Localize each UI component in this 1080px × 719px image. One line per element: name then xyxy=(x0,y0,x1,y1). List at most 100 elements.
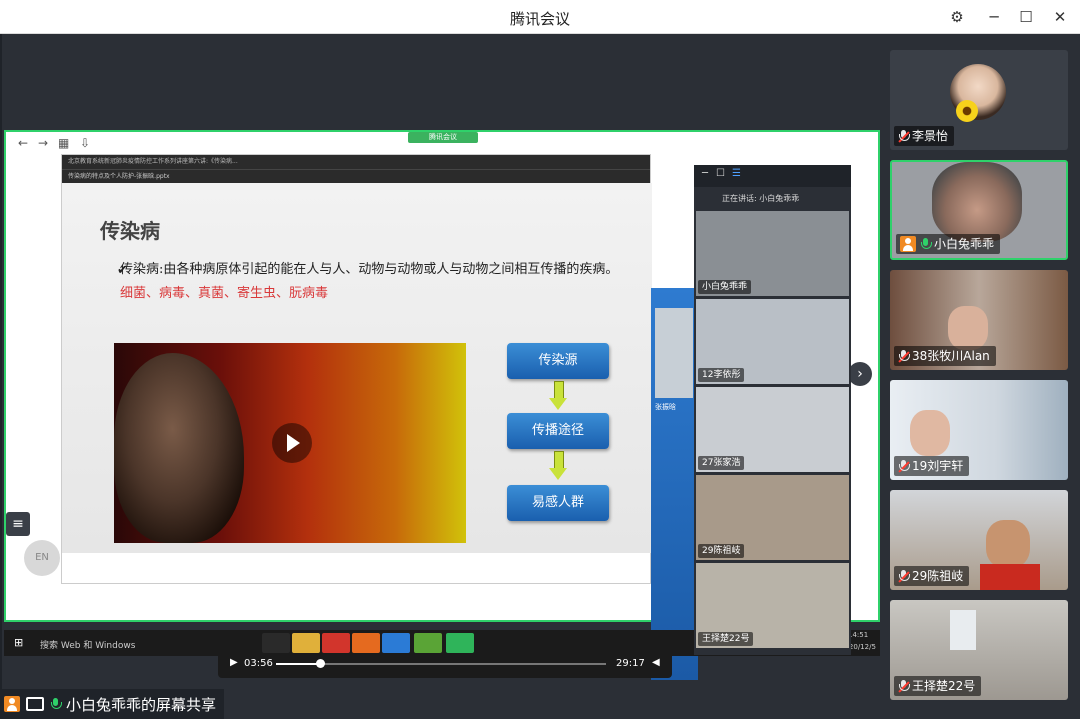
participant-list: 李景怡 小白兔乖乖 38张牧川Alan 19刘宇轩 29陈祖岐 王择楚22号 xyxy=(880,34,1080,719)
participant-label: 38张牧川Alan xyxy=(894,346,996,366)
chevron-right-icon[interactable]: › xyxy=(848,362,872,386)
participant-name: 小白兔乖乖 xyxy=(934,237,995,251)
presenter-name: 张振晗 xyxy=(655,403,676,411)
video-feed xyxy=(932,162,1022,242)
participant-tile[interactable]: 王择楚22号 xyxy=(890,600,1068,700)
progress-knob[interactable] xyxy=(316,659,326,668)
current-time: 03:56 xyxy=(244,658,273,669)
sharer-label: 小白兔乖乖的屏幕共享 xyxy=(66,695,217,714)
ppt-side-panel: 张振晗 xyxy=(651,288,698,680)
minimize-button[interactable]: ─ xyxy=(983,6,1005,28)
play-icon[interactable] xyxy=(272,423,312,463)
minimize-icon[interactable]: ─ xyxy=(702,168,708,179)
screen-share-icon xyxy=(26,697,44,711)
wechat-icon[interactable] xyxy=(414,633,442,653)
overlay-tile[interactable]: 29陈祖岐 xyxy=(696,475,849,560)
ppt-caption: 北京教育系统新冠肺炎疫情防控工作系列讲座第六讲:《传染病... xyxy=(62,155,650,169)
play-icon[interactable]: ▶ xyxy=(230,657,238,668)
flow-box-source: 传染源 xyxy=(507,343,609,379)
duration: 29:17 xyxy=(616,658,645,669)
app-icon[interactable] xyxy=(382,633,410,653)
host-icon xyxy=(900,236,916,252)
overlay-participant-panel: ─ ☐ ☰ 正在讲话: 小白兔乖乖 小白兔乖乖 12李依彤 27张家浩 29陈祖… xyxy=(694,165,851,655)
overlay-tile-name: 小白兔乖乖 xyxy=(698,280,752,294)
held-object xyxy=(950,610,976,650)
download-icon[interactable]: ⇩ xyxy=(80,136,90,150)
participant-tile[interactable]: 19刘宇轩 xyxy=(890,380,1068,480)
overlay-header: ─ ☐ ☰ xyxy=(694,165,851,187)
microphone-muted-icon xyxy=(898,679,910,693)
ppt-window-title: 传染病的特点及个人防护-张振晗.pptx xyxy=(62,169,650,183)
sharer-bar: 小白兔乖乖的屏幕共享 xyxy=(0,689,225,719)
microphone-muted-icon xyxy=(898,349,910,363)
windows-icon[interactable]: ⊞ xyxy=(14,636,23,649)
participant-label: 29陈祖岐 xyxy=(894,566,970,586)
flow-box-route: 传播途径 xyxy=(507,413,609,449)
taskbar-search[interactable]: 搜索 Web 和 Windows xyxy=(40,638,135,651)
microphone-icon xyxy=(50,697,62,711)
flow-box-susceptible: 易感人群 xyxy=(507,485,609,521)
back-icon[interactable]: ← xyxy=(18,136,28,150)
microphone-icon xyxy=(920,237,932,251)
video-figure xyxy=(114,353,244,543)
sunflower-icon xyxy=(956,100,978,122)
overlay-tile[interactable]: 27张家浩 xyxy=(696,387,849,472)
overlay-tile[interactable]: 小白兔乖乖 xyxy=(696,211,849,296)
powerpoint-window: 北京教育系统新冠肺炎疫情防控工作系列讲座第六讲:《传染病... 传染病的特点及个… xyxy=(61,154,652,584)
participant-label: 王择楚22号 xyxy=(894,676,982,696)
task-view-icon[interactable] xyxy=(262,633,290,653)
participant-name: 38张牧川Alan xyxy=(912,349,990,363)
overlay-tile[interactable]: 12李依彤 xyxy=(696,299,849,384)
red-scarf xyxy=(980,564,1040,590)
video-feed xyxy=(910,410,950,456)
progress-fill xyxy=(276,663,321,665)
slide: 传染病 ✔ 传染病:由各种病原体引起的能在人与人、动物与动物或人与动物之间相互传… xyxy=(62,183,652,553)
volume-icon[interactable]: ◀ xyxy=(652,657,660,668)
participant-tile-active[interactable]: 小白兔乖乖 xyxy=(890,160,1068,260)
participant-label: 李景怡 xyxy=(894,126,955,146)
presenter-thumb xyxy=(655,308,693,398)
slide-title: 传染病 xyxy=(100,219,160,243)
speaking-indicator: 正在讲话: 小白兔乖乖 xyxy=(722,194,800,203)
slide-definition: 传染病:由各种病原体引起的能在人与人、动物与动物或人与动物之间相互传播的疾病。细… xyxy=(120,258,620,306)
overlay-tile[interactable]: 王择楚22号 xyxy=(696,563,849,648)
settings-icon[interactable]: ⚙ xyxy=(946,6,968,28)
participant-name: 李景怡 xyxy=(912,129,949,143)
window-icon[interactable]: ☐ xyxy=(716,168,725,179)
participant-label: 19刘宇轩 xyxy=(894,456,970,476)
title-bar: 腾讯会议 ⚙ ─ ☐ ✕ xyxy=(0,0,1080,34)
progress-track[interactable] xyxy=(276,659,606,668)
wps-icon[interactable] xyxy=(322,633,350,653)
overlay-tile-name: 王择楚22号 xyxy=(698,632,754,646)
clock-time: 14:51 xyxy=(848,631,869,639)
microphone-muted-icon xyxy=(898,459,910,473)
overlay-tile-name: 12李依彤 xyxy=(698,368,745,382)
video-feed xyxy=(986,520,1030,568)
participant-tile[interactable]: 38张牧川Alan xyxy=(890,270,1068,370)
list-icon[interactable]: ☰ xyxy=(732,168,741,179)
shared-toolbar: ← → ▦ ⇩ 腾讯会议 xyxy=(6,132,878,154)
participant-label: 小白兔乖乖 xyxy=(896,234,1001,254)
forward-icon[interactable]: → xyxy=(38,136,48,150)
participant-name: 王择楚22号 xyxy=(912,679,976,693)
participant-name: 29陈祖岐 xyxy=(912,569,964,583)
participant-tile[interactable]: 李景怡 xyxy=(890,50,1068,150)
microphone-muted-icon xyxy=(898,569,910,583)
maximize-button[interactable]: ☐ xyxy=(1015,6,1037,28)
meeting-app-icon[interactable] xyxy=(446,633,474,653)
arrow-down-icon xyxy=(549,381,567,411)
close-button[interactable]: ✕ xyxy=(1049,6,1071,28)
participant-tile[interactable]: 29陈祖岐 xyxy=(890,490,1068,590)
embedded-video[interactable] xyxy=(114,343,466,543)
ime-icon[interactable]: EN xyxy=(24,540,60,576)
overlay-tile-name: 29陈祖岐 xyxy=(698,544,745,558)
grid-icon[interactable]: ▦ xyxy=(58,136,69,150)
video-feed xyxy=(948,306,988,350)
folder-icon[interactable] xyxy=(292,633,320,653)
overlay-tile-name: 27张家浩 xyxy=(698,456,745,470)
firefox-icon[interactable] xyxy=(352,633,380,653)
host-icon xyxy=(4,696,20,712)
menu-icon[interactable]: ≡ xyxy=(6,512,30,536)
main-stage: ← → ▦ ⇩ 腾讯会议 北京教育系统新冠肺炎疫情防控工作系列讲座第六讲:《传染… xyxy=(2,34,880,719)
meeting-pill[interactable]: 腾讯会议 xyxy=(408,132,478,143)
